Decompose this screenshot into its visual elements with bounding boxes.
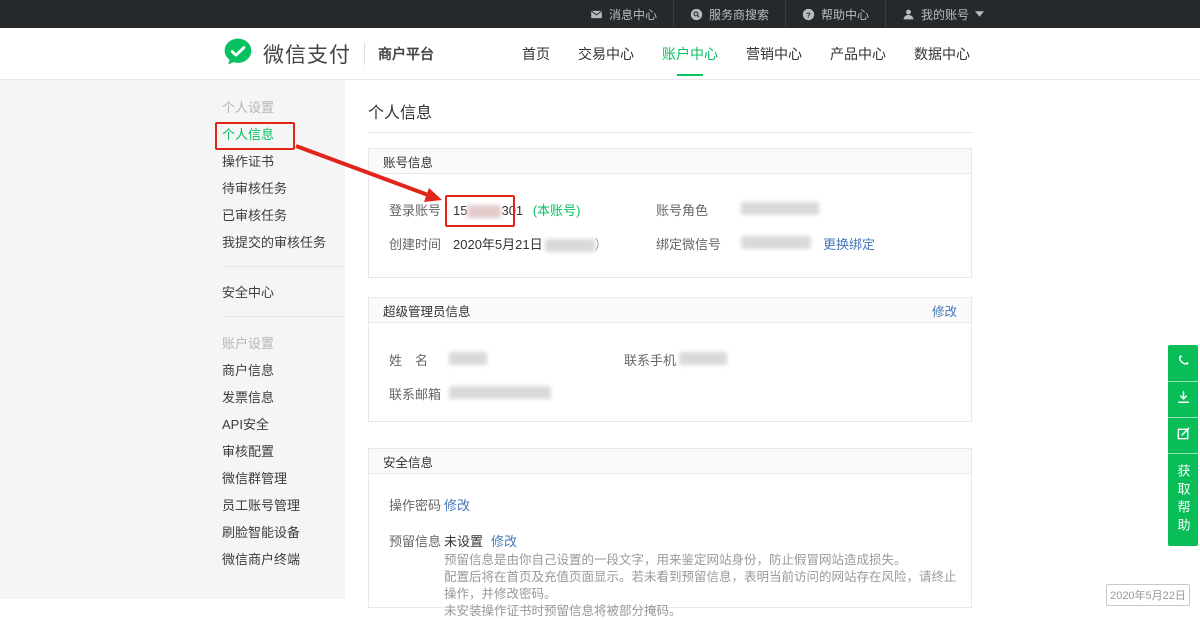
redacted-admin-phone [679,352,727,365]
nav-account-center[interactable]: 账户中心 [660,28,720,80]
download-icon [1176,390,1191,410]
sidebar-item-invoice-info[interactable]: 发票信息 [222,383,345,410]
phone-icon [1176,353,1191,373]
reserved-info-description: 预留信息是由你自己设置的一段文字，用来鉴定网站身份，防止假冒网站造成损失。 配置… [444,552,964,620]
account-role-label: 账号角色 [656,200,708,219]
sidebar-item-pending-review-tasks[interactable]: 待审核任务 [222,174,345,201]
security-info-section: 安全信息 操作密码 修改 预留信息 未设置 修改 预留信息是由你自己设置的一段文… [368,448,972,608]
reserved-info-value: 未设置 [444,531,483,550]
section-title: 安全信息 [383,452,433,471]
user-icon [902,8,915,21]
logo-divider [364,43,365,65]
sidebar-section-personal-settings: 个人设置 [222,92,345,120]
section-title: 超级管理员信息 [383,301,471,320]
nav-transaction-center[interactable]: 交易中心 [576,28,636,80]
account-info-section-header: 账号信息 [369,149,971,174]
floating-help-widget: 获取帮助 [1168,345,1198,546]
help-circle-icon: ? [802,8,815,21]
redacted-created-time [545,239,595,252]
sidebar-section-account-settings: 账户设置 [222,328,345,356]
admin-edit-link[interactable]: 修改 [932,301,957,320]
sidebar-item-operation-certificate[interactable]: 操作证书 [222,147,345,174]
topbar-message-center[interactable]: 消息中心 [574,0,673,28]
account-info-section: 账号信息 登录账号 15301 (本账号) 账号角色 创建时间 2020年5月2… [368,148,972,278]
svg-text:?: ? [806,10,811,19]
edit-icon [1176,426,1191,446]
portal-name: 商户平台 [378,44,434,64]
admin-phone-label: 联系手机 [624,350,676,369]
sidebar-item-personal-info[interactable]: 个人信息 [222,120,345,147]
current-account-tag: (本账号) [533,203,581,218]
sidebar: 个人设置 个人信息 操作证书 待审核任务 已审核任务 我提交的审核任务 安全中心… [222,88,345,572]
nav-home[interactable]: 首页 [520,28,552,80]
reserved-edit-link[interactable]: 修改 [491,531,517,550]
bound-wechat-label: 绑定微信号 [656,234,721,253]
topbar-item-label: 我的账号 [921,6,969,23]
sidebar-item-api-security[interactable]: API安全 [222,410,345,437]
super-admin-section: 超级管理员信息 修改 姓 名 联系手机 联系邮箱 [368,297,972,422]
nav-product-center[interactable]: 产品中心 [828,28,888,80]
reserved-info-label: 预留信息 [389,531,441,550]
sidebar-item-staff-account-mgmt[interactable]: 员工账号管理 [222,491,345,518]
sidebar-divider [222,266,345,267]
super-admin-section-header: 超级管理员信息 修改 [369,298,971,323]
admin-email-label: 联系邮箱 [389,384,441,403]
topbar-item-label: 帮助中心 [821,6,869,23]
sidebar-item-face-smart-device[interactable]: 刷脸智能设备 [222,518,345,545]
topbar-help-center[interactable]: ? 帮助中心 [785,0,885,28]
sidebar-item-wechat-group-mgmt[interactable]: 微信群管理 [222,464,345,491]
sidebar-item-reviewed-tasks[interactable]: 已审核任务 [222,201,345,228]
sidebar-item-wechat-merchant-terminal[interactable]: 微信商户终端 [222,545,345,572]
admin-name-label: 姓 名 [389,350,428,369]
primary-nav: 首页 交易中心 账户中心 营销中心 产品中心 数据中心 [520,28,972,80]
operation-password-label: 操作密码 [389,495,441,514]
topbar-item-label: 服务商搜索 [709,6,769,23]
page-title: 个人信息 [368,99,432,123]
redacted-admin-name [449,352,487,365]
nav-data-center[interactable]: 数据中心 [912,28,972,80]
feedback-button[interactable] [1168,417,1198,453]
get-help-button[interactable]: 获取帮助 [1168,453,1198,546]
topbar-my-account[interactable]: 我的账号 [885,0,1000,28]
sidebar-item-review-config[interactable]: 审核配置 [222,437,345,464]
redacted-admin-email [449,386,551,399]
get-help-label: 获取帮助 [1174,464,1193,536]
brand-name: 微信支付 [263,39,351,69]
wechat-pay-logo-icon [222,36,254,73]
topbar-service-provider-search[interactable]: 服务商搜索 [673,0,785,28]
title-divider [368,132,972,133]
caret-down-icon [975,11,984,17]
sidebar-divider [222,316,345,317]
search-circle-icon [690,8,703,21]
mail-icon [590,8,603,21]
redacted-account-role [741,202,819,215]
contact-phone-button[interactable] [1168,345,1198,381]
redacted-wechat-id [741,236,811,249]
login-account-value: 15301 (本账号) [453,200,580,219]
created-time-label: 创建时间 [389,234,441,253]
sidebar-item-security-center[interactable]: 安全中心 [222,278,345,305]
main-header: 微信支付 商户平台 首页 交易中心 账户中心 营销中心 产品中心 数据中心 [0,28,1200,80]
created-time-value: 2020年5月21日） [453,234,608,253]
change-binding-link[interactable]: 更换绑定 [823,234,875,253]
sidebar-item-merchant-info[interactable]: 商户信息 [222,356,345,383]
top-utility-bar: 消息中心 服务商搜索 ? 帮助中心 我的账号 [0,0,1200,28]
redacted-phone-middle [467,205,501,218]
sidebar-item-my-submitted-tasks[interactable]: 我提交的审核任务 [222,228,345,255]
topbar-item-label: 消息中心 [609,6,657,23]
security-info-section-header: 安全信息 [369,449,971,474]
download-button[interactable] [1168,381,1198,417]
login-account-label: 登录账号 [389,200,441,219]
brand-logo[interactable]: 微信支付 商户平台 [222,28,434,80]
nav-marketing-center[interactable]: 营销中心 [744,28,804,80]
section-title: 账号信息 [383,152,433,171]
date-badge: 2020年5月22日 [1106,584,1190,606]
password-edit-link[interactable]: 修改 [444,495,470,514]
